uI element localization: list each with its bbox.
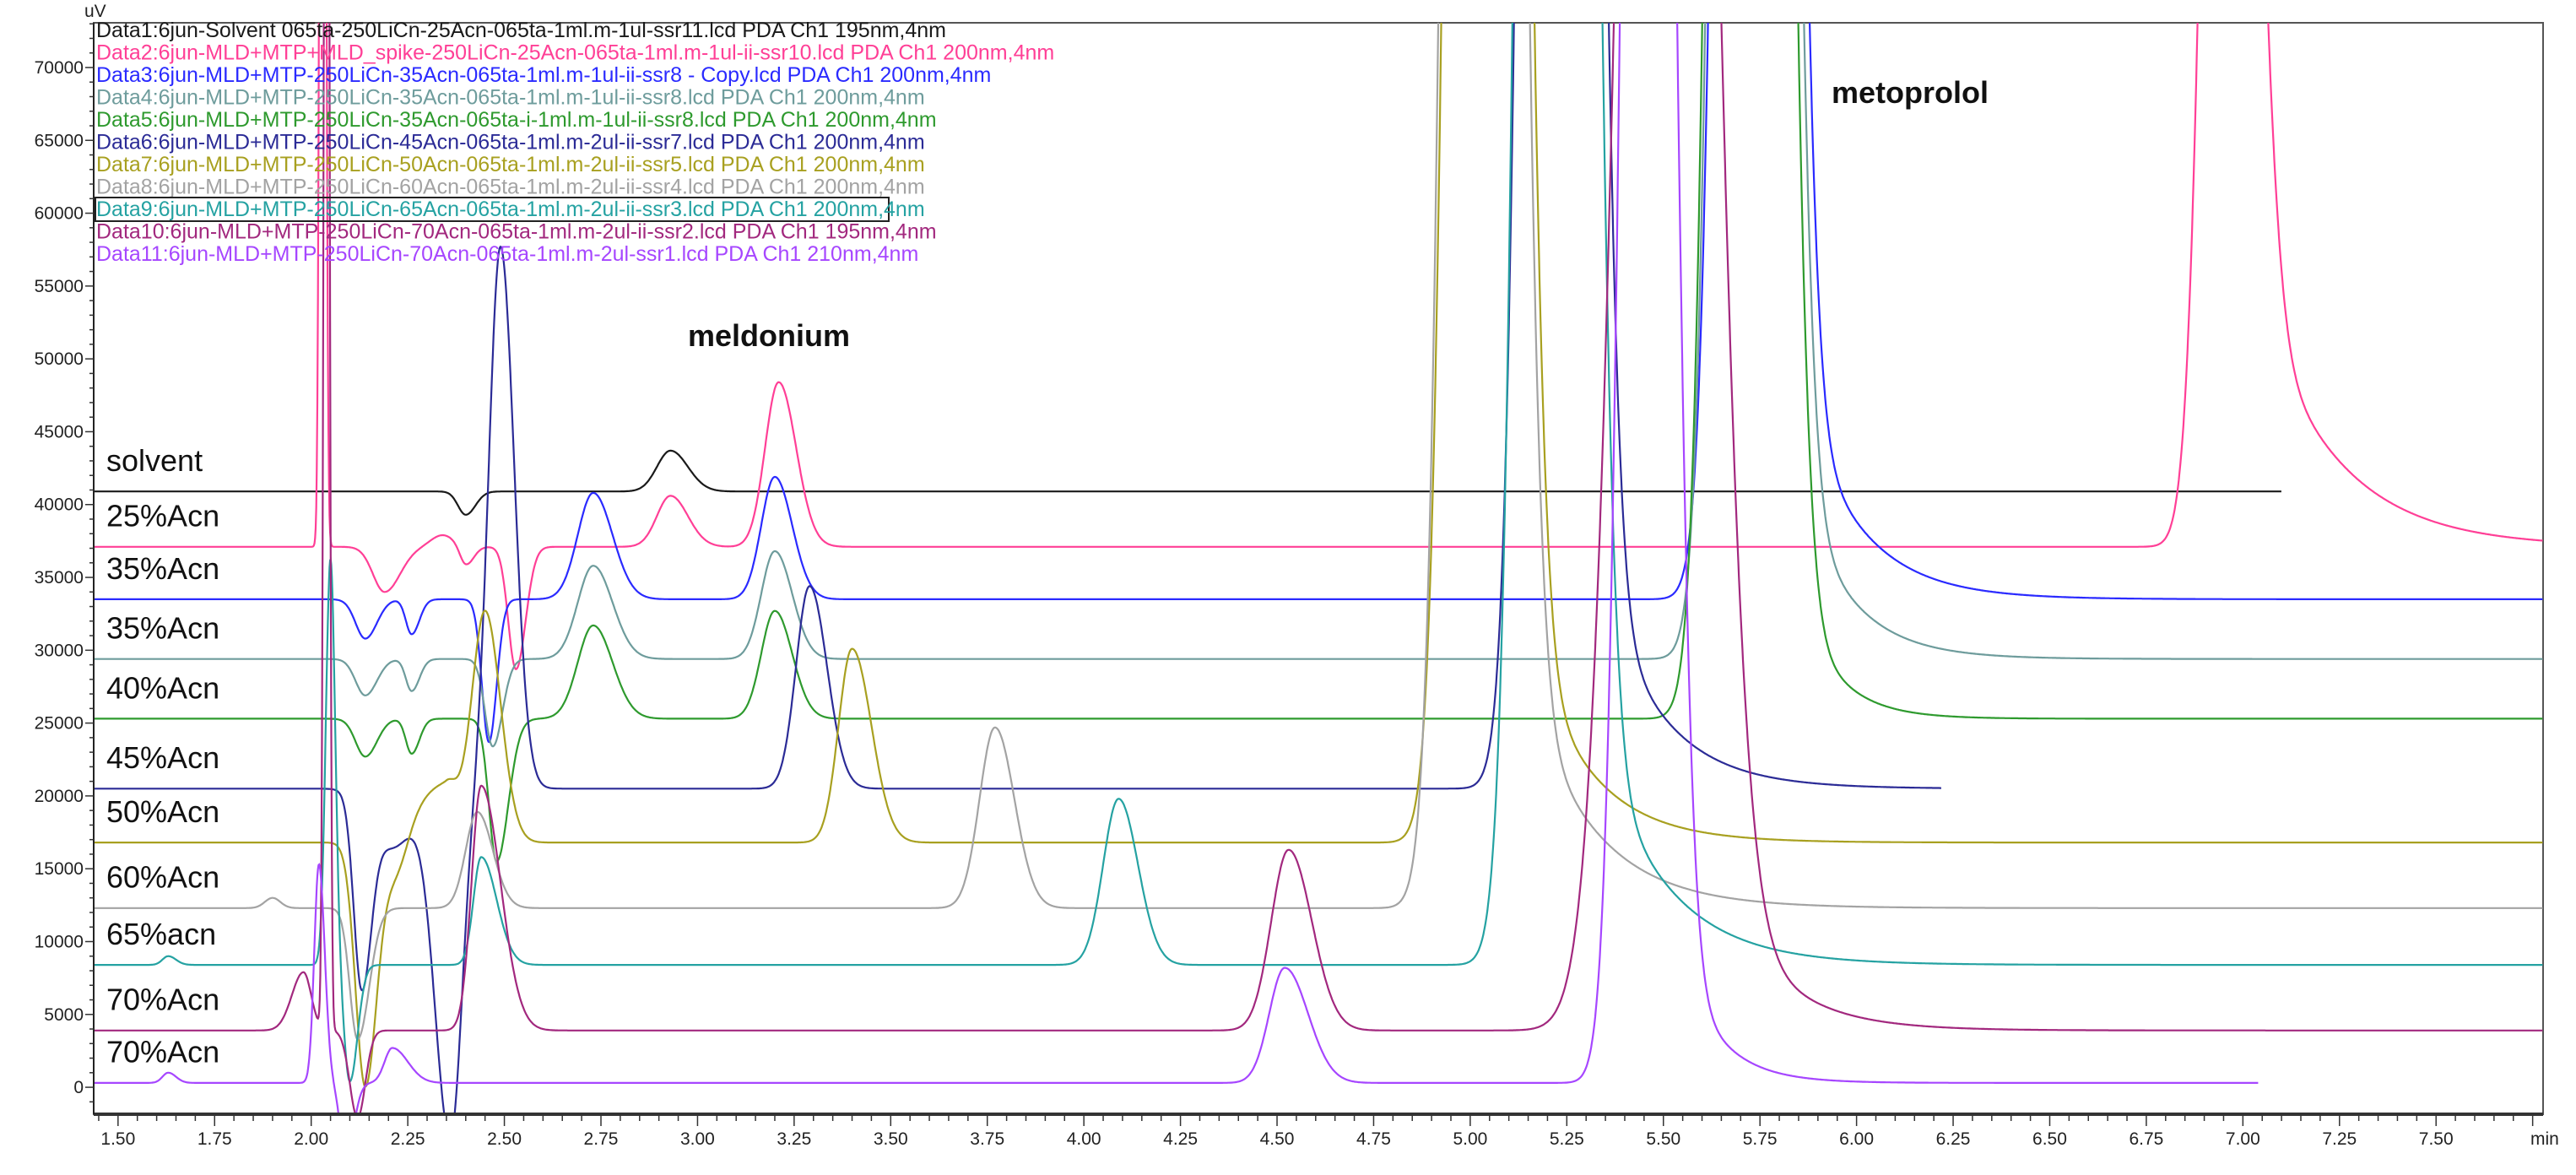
y-tick-label: 20000: [35, 787, 84, 806]
legend[interactable]: Data1:6jun-Solvent 065ta-250LiCn-25Acn-0…: [95, 19, 1054, 266]
x-tick-label: 2.00: [294, 1129, 328, 1149]
trace-label: 60%Acn: [106, 860, 219, 895]
trace-label: 35%Acn: [106, 611, 219, 646]
trace-label: solvent: [106, 443, 203, 478]
annotation-metoprolol: metoprolol: [1832, 75, 1989, 110]
x-tick-label: 1.50: [100, 1129, 135, 1149]
trace-label: 65%acn: [106, 917, 216, 951]
x-tick-label: 5.75: [1743, 1129, 1778, 1149]
x-tick-label: 2.25: [391, 1129, 425, 1149]
x-tick-label: 6.25: [1936, 1129, 1971, 1149]
y-tick-label: 70000: [35, 58, 84, 78]
legend-entry[interactable]: Data7:6jun-MLD+MTP-250LiCn-50Acn-065ta-1…: [96, 153, 925, 176]
x-tick-label: 5.50: [1646, 1129, 1680, 1149]
y-tick-label: 0: [73, 1078, 84, 1097]
x-tick-label: 4.50: [1260, 1129, 1295, 1149]
x-tick-label: 7.50: [2419, 1129, 2454, 1149]
legend-entry[interactable]: Data6:6jun-MLD+MTP-250LiCn-45Acn-065ta-1…: [96, 131, 925, 154]
x-tick-label: 7.00: [2226, 1129, 2260, 1149]
x-axis-unit: min: [2530, 1129, 2559, 1149]
y-axis-unit: uV: [84, 2, 106, 21]
legend-entry[interactable]: Data11:6jun-MLD+MTP-250LiCn-70Acn-065ta-…: [96, 242, 918, 266]
trace-label: 45%Acn: [106, 740, 219, 775]
legend-entry[interactable]: Data3:6jun-MLD+MTP-250LiCn-35Acn-065ta-1…: [96, 63, 991, 87]
y-tick-label: 35000: [35, 568, 84, 588]
legend-entry[interactable]: Data9:6jun-MLD+MTP-250LiCn-65Acn-065ta-1…: [96, 198, 925, 221]
legend-entry[interactable]: Data8:6jun-MLD+MTP-250LiCn-60Acn-065ta-1…: [96, 176, 925, 199]
legend-entry[interactable]: Data2:6jun-MLD+MTP+MLD_spike-250LiCn-25A…: [96, 41, 1054, 65]
x-tick-label: 7.25: [2322, 1129, 2357, 1149]
x-tick-label: 6.50: [2032, 1129, 2067, 1149]
y-tick-label: 65000: [35, 131, 84, 150]
x-tick-label: 3.75: [970, 1129, 1004, 1149]
x-tick-label: 2.50: [487, 1129, 522, 1149]
y-tick-label: 30000: [35, 641, 84, 660]
trace-label: 40%Acn: [106, 670, 219, 705]
y-tick-label: 40000: [35, 495, 84, 515]
x-tick-label: 5.25: [1550, 1129, 1584, 1149]
y-tick-label: 45000: [35, 422, 84, 441]
y-tick-label: 5000: [44, 1005, 84, 1025]
trace-label: 25%Acn: [106, 499, 219, 533]
legend-entry[interactable]: Data1:6jun-Solvent 065ta-250LiCn-25Acn-0…: [96, 19, 946, 42]
x-tick-label: 3.25: [777, 1129, 811, 1149]
x-tick-label: 3.00: [680, 1129, 715, 1149]
y-tick-label: 10000: [35, 932, 84, 951]
y-tick-label: 15000: [35, 859, 84, 879]
y-tick-label: 50000: [35, 349, 84, 369]
trace-label: 70%Acn: [106, 983, 219, 1017]
x-tick-label: 1.75: [198, 1129, 232, 1149]
x-tick-label: 4.75: [1356, 1129, 1391, 1149]
x-tick-label: 4.25: [1163, 1129, 1198, 1149]
x-tick-label: 6.75: [2129, 1129, 2163, 1149]
x-tick-label: 2.75: [584, 1129, 619, 1149]
legend-entry[interactable]: Data4:6jun-MLD+MTP-250LiCn-35Acn-065ta-1…: [96, 86, 925, 110]
y-tick-label: 55000: [35, 277, 84, 296]
legend-entry[interactable]: Data5:6jun-MLD+MTP-250LiCn-35Acn-065ta-i…: [96, 108, 937, 132]
x-tick-label: 3.50: [874, 1129, 908, 1149]
trace-label: 70%Acn: [106, 1035, 219, 1069]
y-tick-label: 60000: [35, 204, 84, 224]
trace-label: 35%Acn: [106, 551, 219, 586]
x-tick-label: 5.00: [1453, 1129, 1487, 1149]
chromatogram-chart: 1.50 1.75 2.00 2.25 2.50 2.75 3.00 3.25 3.50 3.75…: [35, 2, 2559, 1149]
trace-label: 50%Acn: [106, 794, 219, 829]
y-tick-label: 25000: [35, 714, 84, 734]
x-tick-label: 6.00: [1839, 1129, 1874, 1149]
legend-entry[interactable]: Data10:6jun-MLD+MTP-250LiCn-70Acn-065ta-…: [96, 220, 937, 244]
x-tick-label: 4.00: [1067, 1129, 1101, 1149]
annotation-meldonium: meldonium: [688, 318, 850, 353]
